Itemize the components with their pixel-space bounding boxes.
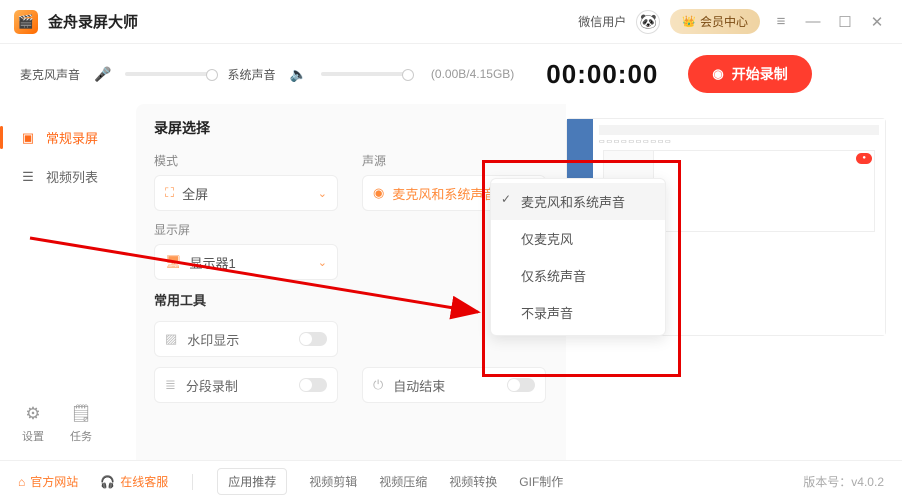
close-icon[interactable]: ✕ — [866, 13, 888, 31]
footer-gif[interactable]: GIF制作 — [519, 473, 563, 490]
autoend-toggle[interactable] — [507, 378, 535, 392]
home-icon: ⌂ — [18, 475, 25, 489]
vip-center-button[interactable]: 会员中心 — [670, 9, 760, 34]
record-timer: 00:00:00 — [546, 59, 658, 90]
headset-icon: 🎧 — [100, 475, 115, 489]
fullscreen-icon: ⛶ — [165, 185, 174, 201]
system-slider[interactable] — [321, 72, 409, 76]
dropdown-item[interactable]: 仅系统声音 — [491, 257, 665, 294]
tasks-button[interactable]: 🗒任务 — [70, 404, 92, 444]
sidebar-item-label: 常规录屏 — [46, 128, 98, 147]
segment-toggle-row: ≣ 分段录制 — [154, 367, 338, 403]
storage-text: (0.00B/4.15GB) — [431, 67, 514, 81]
minimize-icon[interactable]: — — [802, 13, 824, 30]
footer-recommend[interactable]: 应用推荐 — [217, 468, 287, 495]
gear-icon: ⚙ — [25, 404, 40, 424]
power-icon: ⏻ — [373, 377, 383, 393]
camera-icon: ▣ — [20, 130, 36, 146]
sidebar-item-label: 视频列表 — [46, 167, 98, 186]
sidebar-item-normal-record[interactable]: ▣ 常规录屏 — [0, 118, 136, 157]
mode-select[interactable]: ⛶ 全屏 ⌄ — [154, 175, 338, 211]
divider — [192, 474, 193, 490]
app-icon — [14, 10, 38, 34]
list-icon: ☰ — [20, 169, 36, 185]
tools-title: 常用工具 — [154, 290, 546, 309]
display-select[interactable]: 🖥 显示器1 ⌄ — [154, 244, 338, 280]
section-title: 录屏选择 — [154, 118, 546, 138]
footer-website[interactable]: ⌂官方网站 — [18, 473, 78, 490]
footer: ⌂官方网站 🎧在线客服 应用推荐 视频剪辑 视频压缩 视频转换 GIF制作 版本… — [0, 460, 902, 502]
footer-convert[interactable]: 视频转换 — [449, 473, 497, 490]
source-dropdown: 麦克风和系统声音 仅麦克风 仅系统声音 不录声音 — [490, 178, 666, 336]
app-title: 金舟录屏大师 — [48, 11, 138, 32]
mic-icon[interactable]: 🎤 — [94, 66, 111, 83]
footer-edit[interactable]: 视频剪辑 — [309, 473, 357, 490]
sidebar: ▣ 常规录屏 ☰ 视频列表 ⚙设置 🗒任务 — [0, 104, 136, 460]
watermark-icon: ▨ — [165, 331, 177, 347]
main-panel: 录屏选择 模式 ⛶ 全屏 ⌄ 声源 ◉ 麦克风和系统声音 ⌄ — [136, 104, 566, 460]
menu-icon[interactable]: ≡ — [770, 13, 792, 30]
titlebar: 金舟录屏大师 微信用户 🐼 会员中心 ≡ — ☐ ✕ — [0, 0, 902, 44]
display-label: 显示屏 — [154, 221, 338, 238]
wechat-user-label: 微信用户 — [578, 13, 626, 30]
watermark-toggle[interactable] — [299, 332, 327, 346]
monitor-icon: 🖥 — [165, 254, 182, 270]
system-audio-label: 系统声音 — [227, 66, 275, 83]
source-label: 声源 — [362, 152, 546, 169]
mode-label: 模式 — [154, 152, 338, 169]
watermark-toggle-row: ▨ 水印显示 — [154, 321, 338, 357]
autoend-toggle-row: ⏻ 自动结束 — [362, 367, 546, 403]
sidebar-item-video-list[interactable]: ☰ 视频列表 — [0, 157, 136, 196]
mic-label: 麦克风声音 — [20, 66, 80, 83]
settings-button[interactable]: ⚙设置 — [22, 404, 44, 444]
mic-slider[interactable] — [125, 72, 213, 76]
clipboard-icon: 🗒 — [70, 404, 92, 424]
chevron-down-icon: ⌄ — [318, 256, 327, 269]
footer-compress[interactable]: 视频压缩 — [379, 473, 427, 490]
dropdown-item[interactable]: 不录声音 — [491, 294, 665, 331]
segment-icon: ≣ — [165, 377, 176, 393]
start-record-button[interactable]: 开始录制 — [688, 55, 811, 93]
segment-toggle[interactable] — [299, 378, 327, 392]
dropdown-item[interactable]: 麦克风和系统声音 — [491, 183, 665, 220]
avatar[interactable]: 🐼 — [636, 10, 660, 34]
audio-bar: 麦克风声音 🎤 系统声音 🔈 (0.00B/4.15GB) 00:00:00 开… — [0, 44, 902, 104]
maximize-icon[interactable]: ☐ — [834, 13, 856, 31]
dropdown-item[interactable]: 仅麦克风 — [491, 220, 665, 257]
version-text: 版本号：v4.0.2 — [803, 473, 884, 490]
footer-support[interactable]: 🎧在线客服 — [100, 473, 168, 490]
chevron-down-icon: ⌄ — [318, 187, 327, 200]
audio-source-icon: ◉ — [373, 185, 384, 201]
speaker-icon[interactable]: 🔈 — [289, 66, 306, 83]
